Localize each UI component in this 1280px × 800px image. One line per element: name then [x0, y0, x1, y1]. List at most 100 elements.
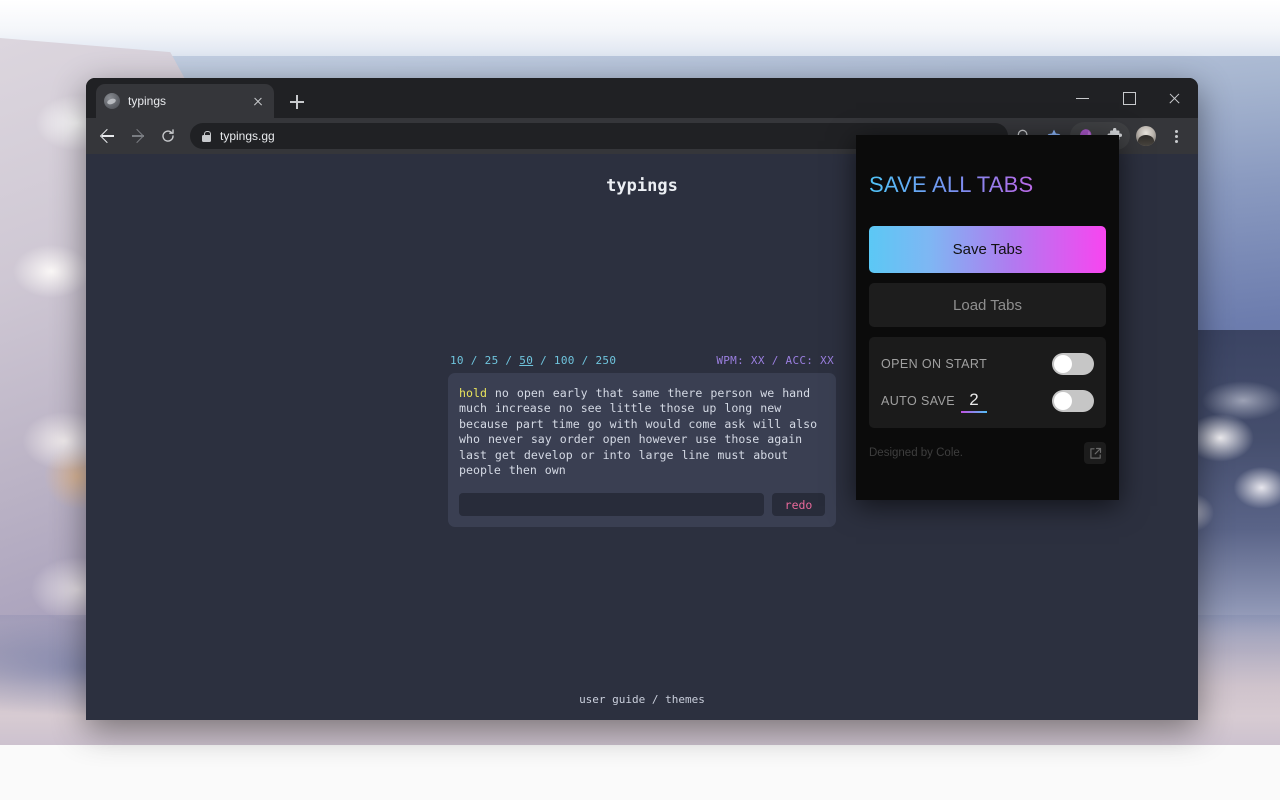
themes-link[interactable]: themes	[665, 693, 705, 706]
word: hold	[459, 386, 487, 400]
word: never	[487, 432, 523, 447]
popup-title: SAVE ALL TABS	[869, 172, 1106, 198]
word: little	[609, 401, 652, 416]
word: go	[587, 416, 602, 431]
word: would	[645, 416, 681, 431]
external-link-icon[interactable]	[1084, 442, 1106, 464]
word: increase	[494, 401, 551, 416]
word-count-option-100[interactable]: 100	[554, 354, 575, 367]
word-count-separator: /	[574, 354, 596, 367]
word: say	[530, 432, 552, 447]
word-count-separator: /	[533, 354, 554, 367]
word: person	[710, 386, 753, 400]
word: must	[717, 447, 746, 462]
typing-meta-row: 10 / 25 / 50 / 100 / 250 WPM: XX / ACC: …	[448, 354, 836, 373]
stats-display: WPM: XX / ACC: XX	[716, 354, 834, 367]
word: however	[638, 432, 688, 447]
word: see	[580, 401, 602, 416]
typing-test: 10 / 25 / 50 / 100 / 250 WPM: XX / ACC: …	[448, 354, 836, 528]
word: also	[789, 416, 818, 431]
save-tabs-button[interactable]: Save Tabs	[869, 226, 1106, 273]
popup-settings: OPEN ON START AUTO SAVE	[869, 337, 1106, 428]
word-list: hold no open early that same there perso…	[459, 386, 825, 478]
word: we	[760, 386, 775, 400]
word: get	[494, 447, 516, 462]
word: develop	[523, 447, 573, 462]
close-icon[interactable]	[250, 93, 266, 109]
page-footer: user guide / themes	[86, 693, 1198, 706]
reload-icon[interactable]	[154, 122, 182, 150]
word: no	[558, 401, 573, 416]
word: time	[551, 416, 580, 431]
word: those	[724, 432, 760, 447]
auto-save-input[interactable]	[961, 389, 987, 413]
word: there	[667, 386, 703, 400]
word: who	[459, 432, 480, 447]
word: new	[760, 401, 782, 416]
word: then	[508, 463, 537, 478]
typing-card: hold no open early that same there perso…	[448, 373, 836, 528]
word-count-option-50[interactable]: 50	[519, 354, 533, 367]
word: line	[681, 447, 710, 462]
word: up	[702, 401, 717, 416]
word: much	[459, 401, 487, 416]
auto-save-toggle[interactable]	[1052, 390, 1094, 412]
redo-button[interactable]: redo	[772, 493, 825, 517]
maximize-icon[interactable]	[1106, 78, 1152, 118]
word: same	[631, 386, 660, 400]
tab-title: typings	[128, 94, 167, 108]
word: that	[595, 386, 624, 400]
minimize-icon[interactable]	[1060, 78, 1106, 118]
word: because	[459, 416, 508, 431]
word: come	[688, 416, 717, 431]
word: no	[494, 386, 509, 400]
word: those	[659, 401, 695, 416]
word-count-selector[interactable]: 10 / 25 / 50 / 100 / 250	[450, 354, 616, 367]
word: or	[580, 447, 595, 462]
footer-separator: /	[651, 693, 659, 706]
word: long	[724, 401, 753, 416]
save-all-tabs-popup: SAVE ALL TABS Save Tabs Load Tabs OPEN O…	[856, 135, 1119, 500]
close-icon[interactable]	[1152, 78, 1198, 118]
word-count-option-250[interactable]: 250	[595, 354, 616, 367]
credit-text: Designed by Cole.	[869, 447, 963, 459]
word: with	[609, 416, 638, 431]
open-on-start-toggle[interactable]	[1052, 353, 1094, 375]
window-controls	[1060, 78, 1198, 118]
sky-band	[0, 0, 1280, 56]
profile-avatar[interactable]	[1136, 126, 1156, 146]
setting-open-on-start: OPEN ON START	[881, 351, 1094, 377]
word-count-separator: /	[498, 354, 520, 367]
auto-save-label: AUTO SAVE	[881, 394, 955, 408]
word: ask	[724, 416, 746, 431]
tab-strip: typings	[86, 78, 1198, 118]
word: own	[544, 463, 566, 478]
forward-arrow-icon[interactable]	[124, 122, 152, 150]
typing-input[interactable]	[459, 493, 764, 517]
word: early	[552, 386, 588, 400]
word: again	[767, 432, 803, 447]
url-text: typings.gg	[220, 129, 275, 143]
load-tabs-button[interactable]: Load Tabs	[869, 283, 1106, 327]
word-count-option-25[interactable]: 25	[485, 354, 499, 367]
word: hand	[782, 386, 811, 400]
lock-icon	[202, 130, 211, 142]
word: will	[753, 416, 782, 431]
browser-tab[interactable]: typings	[96, 84, 274, 118]
word-count-separator: /	[463, 354, 485, 367]
word: into	[602, 447, 631, 462]
setting-auto-save: AUTO SAVE	[881, 388, 1094, 414]
open-on-start-label: OPEN ON START	[881, 357, 988, 371]
new-tab-button[interactable]	[284, 89, 310, 115]
word: part	[515, 416, 544, 431]
word: people	[459, 463, 501, 478]
word-count-option-10[interactable]: 10	[450, 354, 464, 367]
user-guide-link[interactable]: user guide	[579, 693, 645, 706]
word: large	[638, 447, 674, 462]
three-dot-menu-icon[interactable]	[1162, 122, 1190, 150]
back-arrow-icon[interactable]	[94, 122, 122, 150]
word: open	[602, 432, 631, 447]
globe-icon	[104, 93, 120, 109]
word: order	[559, 432, 595, 447]
input-row: redo	[459, 493, 825, 517]
